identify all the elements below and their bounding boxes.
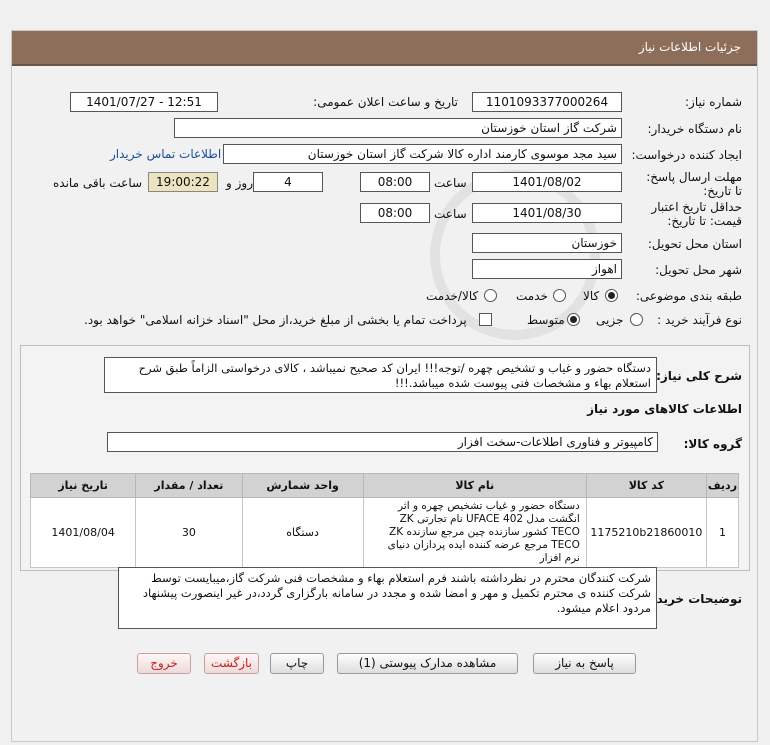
- process-option-medium: متوسط: [527, 313, 565, 327]
- cell-date: 1401/08/04: [29, 497, 137, 568]
- city-field: اهواز: [472, 259, 622, 279]
- process-option-minor: جزیی: [596, 313, 624, 327]
- table-row: 1 1175210b21860010 دستگاه حضور و غیاب تش…: [29, 497, 740, 568]
- col-code: کد کالا: [585, 473, 707, 498]
- exit-button[interactable]: خروج: [137, 653, 191, 674]
- reply-time-label: ساعت: [434, 176, 467, 190]
- cell-code: 1175210b21860010: [585, 497, 707, 568]
- need-number-field: 1101093377000264: [472, 92, 622, 112]
- need-number-label: شماره نیاز:: [685, 95, 742, 109]
- back-button[interactable]: بازگشت: [204, 653, 259, 674]
- goods-section-title: اطلاعات کالاهای مورد نیاز: [587, 402, 742, 416]
- province-label: استان محل تحویل:: [647, 237, 742, 251]
- col-row: ردیف: [705, 473, 740, 498]
- process-radio-medium[interactable]: [567, 313, 580, 326]
- announce-field: 1401/07/27 - 12:51: [70, 92, 218, 112]
- reply-deadline-label: مهلت ارسال پاسخ: تا تاریخ:: [646, 170, 742, 198]
- validity-time-label: ساعت: [434, 207, 467, 221]
- category-radio-goods[interactable]: [605, 289, 618, 302]
- city-label: شهر محل تحویل:: [655, 263, 742, 277]
- payment-note: پرداخت تمام یا بخشی از مبلغ خرید،از محل …: [84, 313, 467, 327]
- reply-date-field: 1401/08/02: [472, 172, 622, 192]
- col-qty: تعداد / مقدار: [135, 473, 243, 498]
- cell-name: دستگاه حضور و غیاب تشخیص چهره و اثر انگش…: [362, 497, 587, 568]
- process-radio-minor[interactable]: [630, 313, 643, 326]
- print-button[interactable]: چاپ: [270, 653, 324, 674]
- cell-qty: 30: [135, 497, 243, 568]
- col-date: تاریخ نیاز: [29, 473, 137, 498]
- view-attachments-button[interactable]: مشاهده مدارک پیوستی (1): [337, 653, 518, 674]
- summary-label: شرح کلی نیاز:: [656, 369, 742, 383]
- payment-checkbox[interactable]: [479, 313, 492, 326]
- category-label: طبقه بندی موضوعی:: [635, 289, 742, 303]
- requester-label: ایجاد کننده درخواست:: [631, 148, 742, 162]
- col-name: نام کالا: [362, 473, 587, 498]
- cell-unit: دستگاه: [241, 497, 364, 568]
- category-option-goods: کالا: [583, 289, 600, 303]
- goods-table: ردیف کد کالا نام کالا واحد شمارش تعداد /…: [29, 473, 740, 568]
- process-label: نوع فرآیند خرید :: [657, 313, 742, 327]
- remaining-label: ساعت باقی مانده: [53, 176, 143, 190]
- col-unit: واحد شمارش: [241, 473, 364, 498]
- cell-row: 1: [705, 497, 740, 568]
- validity-time-field: 08:00: [360, 203, 430, 223]
- validity-label: حداقل تاریخ اعتبار قیمت: تا تاریخ:: [651, 200, 742, 228]
- reply-time-field: 08:00: [360, 172, 430, 192]
- province-field: خوزستان: [472, 233, 622, 253]
- remaining-time-field: 19:00:22: [148, 172, 218, 192]
- window-title: جزئیات اطلاعات نیاز: [638, 40, 741, 54]
- validity-date-field: 1401/08/30: [472, 203, 622, 223]
- requester-field: سید مجد موسوی کارمند اداره کالا شرکت گاز…: [223, 144, 622, 164]
- summary-text: دستگاه حضور و غیاب و تشخیص چهره /توجه!!!…: [104, 357, 657, 393]
- category-option-goods-service: کالا/خدمت: [426, 289, 479, 303]
- buyer-notes-text: شرکت کنندگان محترم در نظرداشته باشند فرم…: [118, 567, 657, 629]
- days-field: 4: [253, 172, 323, 192]
- category-option-service: خدمت: [516, 289, 548, 303]
- contact-buyer-link[interactable]: اطلاعات تماس خریدار: [110, 147, 221, 161]
- days-label: روز و: [226, 176, 253, 190]
- buyer-org-field: شرکت گاز استان خوزستان: [174, 118, 622, 138]
- category-radio-service[interactable]: [553, 289, 566, 302]
- buyer-org-label: نام دستگاه خریدار:: [647, 122, 743, 136]
- window-titlebar: جزئیات اطلاعات نیاز: [12, 31, 757, 66]
- announce-label: تاریخ و ساعت اعلان عمومی:: [313, 95, 458, 109]
- goods-table-header: ردیف کد کالا نام کالا واحد شمارش تعداد /…: [29, 473, 740, 498]
- goods-group-field: کامپیوتر و فناوری اطلاعات-سخت افزار: [107, 432, 658, 452]
- reply-button[interactable]: پاسخ به نیاز: [533, 653, 636, 674]
- category-radio-goods-service[interactable]: [484, 289, 497, 302]
- goods-group-label: گروه کالا:: [683, 437, 742, 451]
